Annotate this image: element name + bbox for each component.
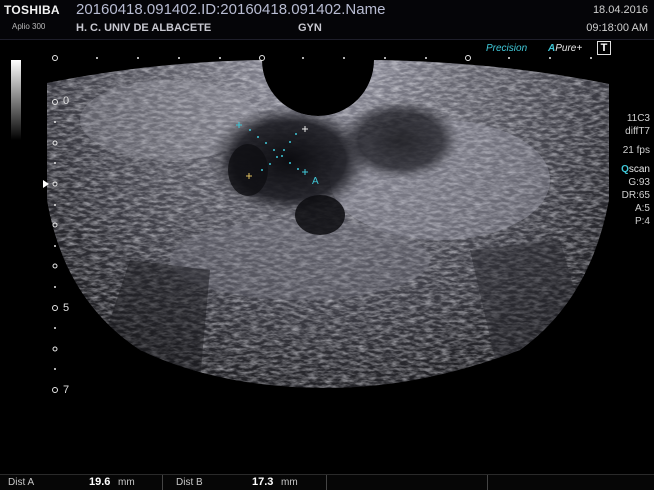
dist-a-label: Dist A (8, 477, 35, 488)
depth-label-5: 5 (63, 302, 70, 314)
department: GYN (298, 22, 322, 34)
footer-divider (162, 475, 163, 490)
qscan-label: Qscan (621, 163, 650, 176)
gain-value: G:93 (628, 177, 650, 188)
dist-b-value: 17.3 (252, 476, 274, 488)
p-value: P:4 (634, 216, 650, 227)
footer-divider (487, 475, 488, 490)
qscan-text: scan (628, 164, 650, 175)
hospital-name: H. C. UNIV DE ALBACETE (76, 22, 212, 34)
dist-b-unit: mm (281, 477, 298, 488)
depth-label-0: 0 (63, 95, 70, 107)
study-id: 20160418.091402.ID:20160418.091402.Name (76, 1, 386, 18)
exam-time: 09:18:00 AM (586, 22, 648, 34)
dist-a-unit: mm (118, 477, 135, 488)
model-name: Aplio 300 (12, 22, 46, 31)
grayscale-bar (11, 60, 21, 140)
brand-logo: TOSHIBA (4, 3, 60, 17)
depth-label-7: 7 (63, 384, 70, 396)
caliper-a-marker: A (312, 176, 319, 187)
probe-id: 11C3 (626, 113, 650, 124)
dynamic-range-value: DR:65 (621, 190, 650, 201)
dist-b-label: Dist B (176, 477, 203, 488)
a-value: A:5 (634, 203, 650, 214)
frame-rate: 21 fps (622, 145, 650, 156)
ultrasound-image: A (11, 55, 609, 393)
measurement-bar: Dist A 19.6 mm Dist B 17.3 mm (0, 474, 654, 490)
qscan-q-glyph: Q (621, 164, 629, 175)
exam-date: 18.04.2016 (592, 4, 648, 16)
preset-name: diffT7 (625, 126, 650, 137)
header-bar: TOSHIBA Aplio 300 20160418.091402.ID:201… (0, 0, 654, 40)
scan-parameters: 11C3 diffT7 21 fps Qscan G:93 DR:65 A:5 … (621, 112, 650, 228)
dist-a-value: 19.6 (89, 476, 111, 488)
footer-divider (326, 475, 327, 490)
